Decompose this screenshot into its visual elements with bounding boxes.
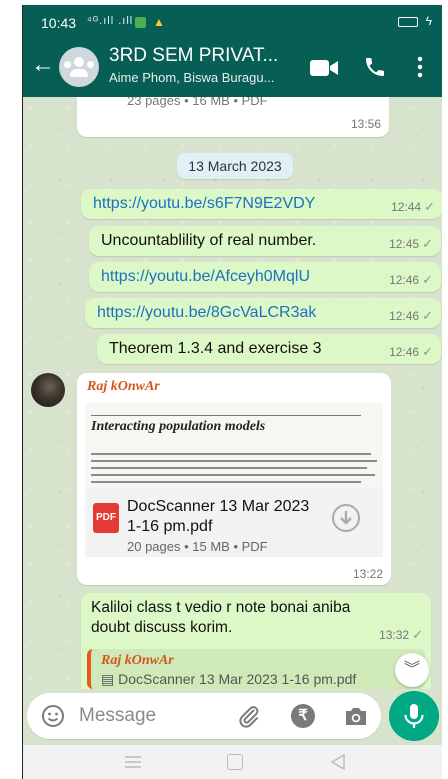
document-name[interactable]: DocScanner 13 Mar 2023 1-16 pm.pdf xyxy=(127,497,327,537)
message-time: 13:56 xyxy=(350,117,381,131)
document-info: 20 pages • 15 MB • PDF xyxy=(127,539,268,554)
document-file-row[interactable]: PDF DocScanner 13 Mar 2023 1-16 pm.pdf 2… xyxy=(85,489,383,557)
screenshot-frame: 10:43 ⁴ᴳ.ıll .ıll ▲ ϟ ← 3RD SEM PRIVAT..… xyxy=(0,0,448,779)
message-meta: 12:44 ✓ xyxy=(391,199,435,215)
quoted-message[interactable]: Raj kOnwAr ▤ DocScanner 13 Mar 2023 1-16… xyxy=(87,649,425,689)
sent-tick-icon: ✓ xyxy=(422,344,433,359)
download-icon[interactable] xyxy=(331,503,361,533)
message-time: 13:32 xyxy=(379,628,410,642)
message-meta: 12:46 ✓ xyxy=(389,308,433,324)
message-time: 12:45 xyxy=(389,237,420,251)
group-avatar[interactable] xyxy=(59,47,99,87)
status-bar: 10:43 ⁴ᴳ.ıll .ıll ▲ ϟ xyxy=(23,5,442,37)
message-meta: 13:32 ✓ xyxy=(379,627,423,643)
charging-icon: ϟ xyxy=(425,14,432,28)
message-link[interactable]: https://youtu.be/s6F7N9E2VDY xyxy=(93,195,315,213)
app-header: 10:43 ⁴ᴳ.ıll .ıll ▲ ϟ ← 3RD SEM PRIVAT..… xyxy=(23,5,442,97)
sender-name[interactable]: Raj kOnwAr xyxy=(87,379,160,395)
scroll-down-icon[interactable]: ︾ xyxy=(395,653,429,687)
document-message[interactable]: Raj kOnwAr Interacting population models… xyxy=(77,373,391,585)
quoted-text: ▤ DocScanner 13 Mar 2023 1-16 pm.pdf xyxy=(101,671,357,687)
message-link[interactable]: https://youtu.be/Afceyh0MqlU xyxy=(101,268,310,286)
message-time: 12:44 xyxy=(391,200,422,214)
notification-icon: ▲ xyxy=(153,15,165,29)
message-text: Theorem 1.3.4 and exercise 3 xyxy=(109,340,322,357)
home-icon[interactable] xyxy=(227,754,243,770)
message-bubble-outgoing[interactable]: Theorem 1.3.4 and exercise 3 12:46 ✓ xyxy=(97,334,441,364)
app-notification-icon xyxy=(135,17,146,28)
more-options-icon[interactable] xyxy=(417,55,423,79)
group-members[interactable]: Aime Phom, Biswa Buragu... xyxy=(109,70,274,85)
date-chip: 13 March 2023 xyxy=(177,153,293,179)
quoted-sender: Raj kOnwAr xyxy=(101,653,174,668)
back-triangle-icon[interactable] xyxy=(329,753,347,771)
message-box[interactable]: ₹ xyxy=(27,693,381,739)
pdf-icon: PDF xyxy=(93,503,119,533)
message-text-line: Kaliloi class t vedio r note bonai aniba xyxy=(91,599,351,616)
attach-icon[interactable] xyxy=(237,704,261,728)
message-input[interactable] xyxy=(79,702,229,730)
chat-area[interactable]: 23 pages • 16 MB • PDF 13:56 13 March 20… xyxy=(23,97,442,689)
arrow-left-icon[interactable]: ← xyxy=(31,51,55,79)
message-meta: 12:45 ✓ xyxy=(389,236,433,252)
message-time: 12:46 xyxy=(389,309,420,323)
signal-icon: ⁴ᴳ.ıll .ıll xyxy=(87,15,134,27)
emoji-icon[interactable] xyxy=(41,704,65,728)
recents-icon[interactable] xyxy=(125,755,141,769)
payment-icon[interactable]: ₹ xyxy=(291,704,315,728)
preview-title: Interacting population models xyxy=(91,419,266,434)
previous-document-message[interactable]: 23 pages • 16 MB • PDF 13:56 xyxy=(77,97,389,137)
status-time: 10:43 xyxy=(41,15,77,31)
message-bubble-outgoing[interactable]: Kaliloi class t vedio r note bonai aniba… xyxy=(81,593,431,689)
sent-tick-icon: ✓ xyxy=(422,308,433,323)
message-bubble-outgoing[interactable]: https://youtu.be/8GcVaLCR3ak 12:46 ✓ xyxy=(85,298,441,328)
voice-call-icon[interactable] xyxy=(363,55,387,79)
sent-tick-icon: ✓ xyxy=(422,272,433,287)
document-preview[interactable]: Interacting population models xyxy=(85,403,383,489)
sender-avatar[interactable] xyxy=(31,373,65,407)
sent-tick-icon: ✓ xyxy=(412,627,423,642)
message-time: 12:46 xyxy=(389,345,420,359)
phone-screen: 10:43 ⁴ᴳ.ıll .ıll ▲ ϟ ← 3RD SEM PRIVAT..… xyxy=(22,5,442,779)
video-call-icon[interactable] xyxy=(309,57,339,79)
chat-header: ← 3RD SEM PRIVAT... Aime Phom, Biswa Bur… xyxy=(23,39,442,95)
sent-tick-icon: ✓ xyxy=(424,199,435,214)
group-title[interactable]: 3RD SEM PRIVAT... xyxy=(109,45,278,67)
camera-icon[interactable] xyxy=(343,704,369,728)
sent-tick-icon: ✓ xyxy=(422,236,433,251)
system-nav-bar xyxy=(23,745,442,779)
message-time: 13:22 xyxy=(352,567,383,581)
message-bubble-outgoing[interactable]: https://youtu.be/s6F7N9E2VDY 12:44 ✓ xyxy=(81,189,442,219)
message-text-line: doubt discuss korim. xyxy=(91,619,233,636)
microphone-icon[interactable] xyxy=(389,691,439,741)
message-text: Uncountablility of real number. xyxy=(101,232,317,249)
message-meta: 12:46 ✓ xyxy=(389,344,433,360)
message-composer: ₹ xyxy=(23,689,442,745)
previous-doc-info: 23 pages • 16 MB • PDF xyxy=(127,97,268,108)
message-bubble-outgoing[interactable]: Uncountablility of real number. 12:45 ✓ xyxy=(89,226,441,256)
message-link[interactable]: https://youtu.be/8GcVaLCR3ak xyxy=(97,304,316,322)
message-meta: 12:46 ✓ xyxy=(389,272,433,288)
battery-icon xyxy=(398,17,418,27)
message-time: 12:46 xyxy=(389,273,420,287)
message-bubble-outgoing[interactable]: https://youtu.be/Afceyh0MqlU 12:46 ✓ xyxy=(89,262,441,292)
